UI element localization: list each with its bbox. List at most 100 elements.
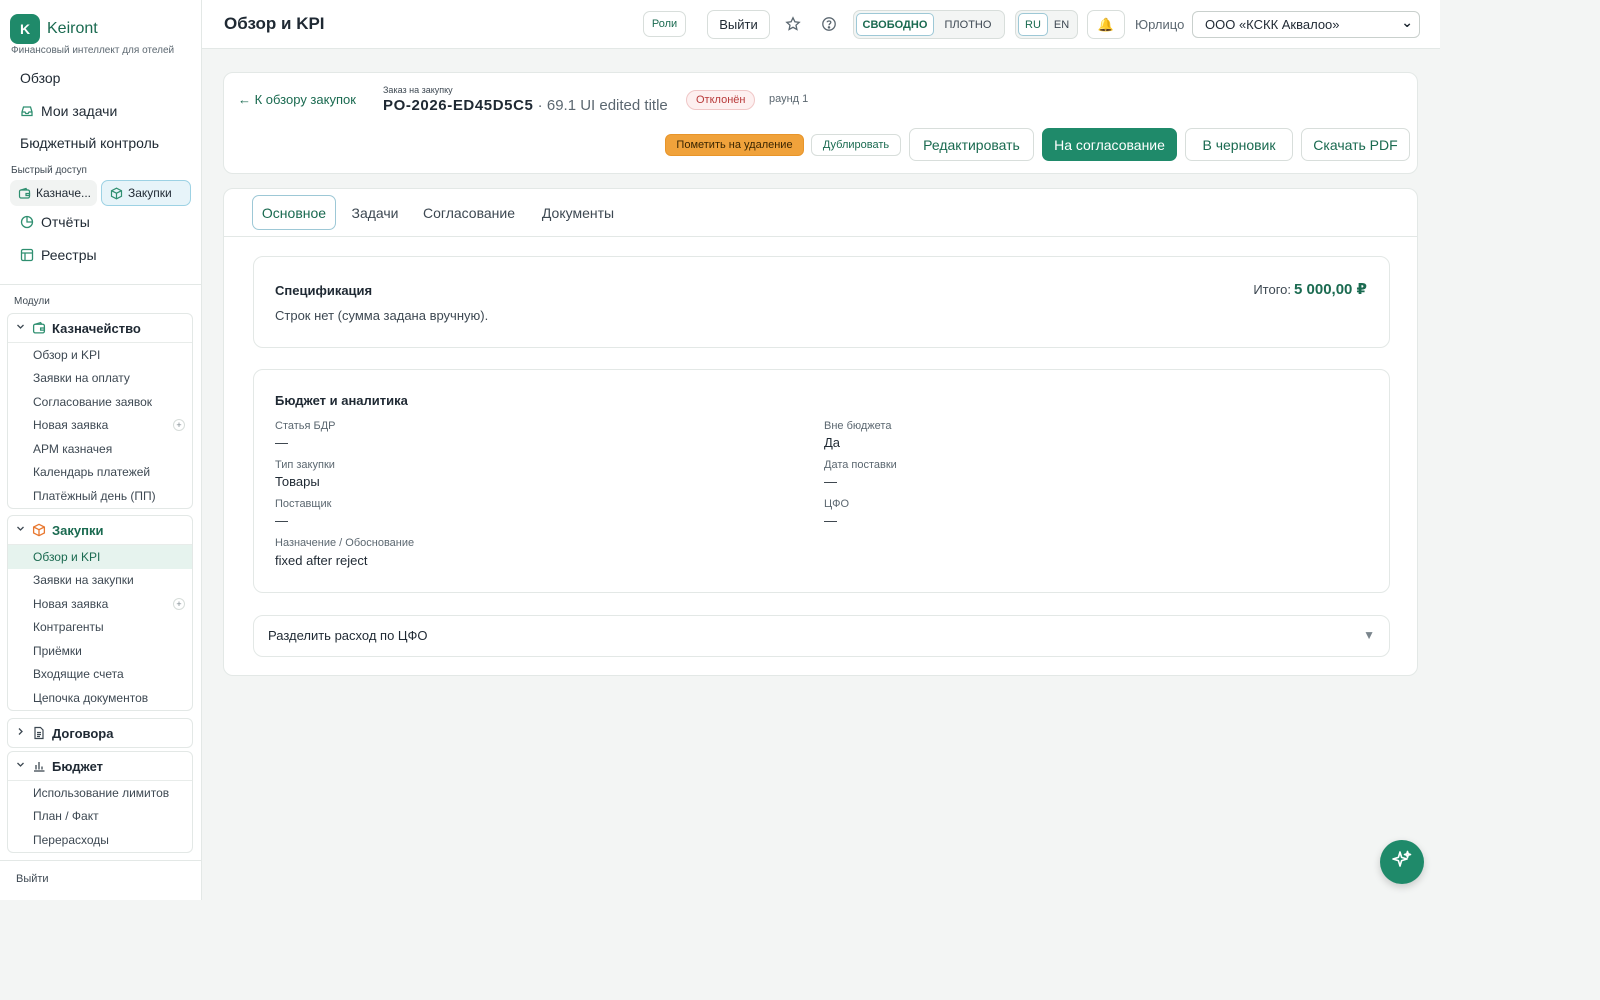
sidebar-item-payment-calendar[interactable]: Календарь платежей bbox=[8, 461, 192, 485]
sidebar-item-document-chain[interactable]: Цепочка документов bbox=[8, 686, 192, 710]
entity-label: Юрлицо bbox=[1135, 17, 1185, 32]
specification-empty-text: Строк нет (сумма задана вручную). bbox=[275, 308, 489, 323]
sub-item-label: Новая заявка bbox=[33, 418, 109, 433]
sidebar-item-my-tasks[interactable]: Мои задачи bbox=[12, 97, 192, 125]
brand-tagline: Финансовый интеллект для отелей bbox=[11, 45, 175, 56]
sidebar-item-counterparties[interactable]: Контрагенты bbox=[8, 616, 192, 640]
sub-item-label: Входящие счета bbox=[33, 667, 124, 682]
field-label: Поставщик bbox=[275, 498, 332, 510]
entity-select-value: ООО «КСКК Аквалоо» bbox=[1205, 17, 1340, 32]
field-off-budget-value: Да bbox=[824, 435, 841, 450]
sub-item-label: План / Факт bbox=[33, 809, 99, 824]
duplicate-button[interactable]: Дублировать bbox=[811, 134, 901, 156]
logo-badge: K bbox=[10, 14, 40, 44]
field-cfo-value: — bbox=[824, 513, 837, 528]
move-to-draft-button[interactable]: В черновик bbox=[1185, 128, 1293, 161]
sub-item-label: Новая заявка bbox=[33, 596, 109, 611]
expand-arrow-icon[interactable]: ▼ bbox=[1363, 628, 1375, 642]
sidebar-item-registries[interactable]: Реестры bbox=[12, 241, 192, 269]
tab-approval[interactable]: Согласование bbox=[414, 195, 524, 230]
chevron-down-icon bbox=[16, 760, 26, 772]
sidebar: K Keiront Финансовый интеллект для отеле… bbox=[0, 0, 202, 900]
sidebar-logout-link[interactable]: Выйти bbox=[16, 873, 49, 885]
module-treasury: Казначейство Обзор и KPI Заявки на оплат… bbox=[7, 313, 193, 509]
sidebar-item-treasury-kpi[interactable]: Обзор и KPI bbox=[8, 343, 192, 367]
wallet-icon bbox=[18, 187, 31, 200]
page-title: Обзор и KPI bbox=[224, 14, 325, 33]
sidebar-item-request-approval[interactable]: Согласование заявок bbox=[8, 390, 192, 414]
module-title: Договора bbox=[52, 725, 114, 741]
sidebar-item-overspending[interactable]: Перерасходы bbox=[8, 828, 192, 852]
order-header-card: ← К обзору закупок Заказ на закупку PO-2… bbox=[223, 72, 1418, 174]
sidebar-item-treasurer-workstation[interactable]: АРМ казначея bbox=[8, 437, 192, 461]
sub-item-label: Контрагенты bbox=[33, 620, 104, 635]
bell-icon[interactable]: 🔔 bbox=[1087, 10, 1125, 39]
quick-access: Казначе... Закупки bbox=[10, 180, 191, 206]
sub-item-label: Перерасходы bbox=[33, 832, 109, 847]
logo[interactable]: K Keiront bbox=[10, 14, 98, 44]
quick-access-label: Казначе... bbox=[36, 186, 91, 200]
topbar: Обзор и KPI Роли Выйти СВОБОДНО ПЛОТНО R… bbox=[202, 0, 1440, 49]
field-label: Статья БДР bbox=[275, 420, 336, 432]
tab-tasks[interactable]: Задачи bbox=[346, 195, 404, 230]
module-treasury-header[interactable]: Казначейство bbox=[8, 314, 192, 342]
module-contracts: Договора bbox=[7, 718, 193, 748]
sidebar-item-overview[interactable]: Обзор bbox=[12, 64, 192, 92]
lang-en-option[interactable]: EN bbox=[1048, 13, 1075, 36]
chevron-down-icon: ⌄ bbox=[1401, 13, 1413, 30]
tab-documents[interactable]: Документы bbox=[534, 195, 622, 230]
tab-main[interactable]: Основное bbox=[252, 195, 336, 230]
module-budget-header[interactable]: Бюджет bbox=[8, 752, 192, 780]
split-by-cfo-section[interactable]: Разделить расход по ЦФО ▼ bbox=[253, 615, 1390, 657]
quick-access-label: Быстрый доступ bbox=[11, 165, 87, 176]
quick-access-procurement[interactable]: Закупки bbox=[101, 180, 191, 206]
lang-ru-option[interactable]: RU bbox=[1018, 13, 1048, 36]
density-dense-option[interactable]: ПЛОТНО bbox=[934, 13, 1002, 36]
help-icon[interactable] bbox=[819, 14, 839, 34]
sidebar-item-procurement-kpi[interactable]: Обзор и KPI bbox=[8, 545, 192, 569]
sidebar-item-procurement-new-request[interactable]: Новая заявка + bbox=[8, 592, 192, 616]
module-procurement: Закупки Обзор и KPI Заявки на закупки Но… bbox=[7, 515, 193, 711]
star-icon[interactable] bbox=[783, 14, 803, 34]
language-toggle: RU EN bbox=[1015, 10, 1078, 39]
sidebar-item-budget-control[interactable]: Бюджетный контроль bbox=[12, 129, 192, 157]
sidebar-item-limit-usage[interactable]: Использование лимитов bbox=[8, 781, 192, 805]
edit-button[interactable]: Редактировать bbox=[909, 128, 1034, 161]
roles-button[interactable]: Роли bbox=[643, 11, 686, 37]
brand-name: Keiront bbox=[47, 20, 98, 37]
submit-for-approval-button[interactable]: На согласование bbox=[1042, 128, 1177, 161]
entity-select[interactable]: ООО «КСКК Аквалоо» ⌄ bbox=[1192, 11, 1420, 38]
order-title-text: · 69.1 UI edited title bbox=[533, 97, 668, 114]
sub-item-label: Заявки на оплату bbox=[33, 371, 130, 386]
density-free-option[interactable]: СВОБОДНО bbox=[856, 13, 934, 36]
ai-assistant-button[interactable] bbox=[1380, 840, 1424, 884]
module-procurement-items: Обзор и KPI Заявки на закупки Новая заяв… bbox=[8, 544, 192, 710]
back-to-procurement-link[interactable]: ← К обзору закупок bbox=[238, 92, 356, 107]
sidebar-item-label: Обзор bbox=[20, 70, 61, 86]
quick-access-treasury[interactable]: Казначе... bbox=[10, 180, 97, 206]
sidebar-item-plan-fact[interactable]: План / Факт bbox=[8, 805, 192, 829]
status-badge: Отклонён bbox=[686, 90, 756, 110]
sidebar-item-treasury-new-request[interactable]: Новая заявка + bbox=[8, 414, 192, 438]
sidebar-item-payment-day[interactable]: Платёжный день (ПП) bbox=[8, 484, 192, 508]
round-label: раунд 1 bbox=[769, 93, 809, 105]
download-pdf-button[interactable]: Скачать PDF bbox=[1301, 128, 1410, 161]
field-label: Назначение / Обоснование bbox=[275, 537, 415, 549]
module-procurement-header[interactable]: Закупки bbox=[8, 516, 192, 544]
sidebar-item-payment-requests[interactable]: Заявки на оплату bbox=[8, 367, 192, 391]
sidebar-item-acceptances[interactable]: Приёмки bbox=[8, 639, 192, 663]
sidebar-item-purchase-requests[interactable]: Заявки на закупки bbox=[8, 569, 192, 593]
plus-icon[interactable]: + bbox=[173, 597, 185, 610]
sidebar-item-reports[interactable]: Отчёты bbox=[12, 208, 192, 236]
module-budget: Бюджет Использование лимитов План / Факт… bbox=[7, 751, 193, 853]
module-contracts-header[interactable]: Договора bbox=[8, 719, 192, 747]
quick-access-label: Закупки bbox=[128, 186, 172, 200]
sidebar-item-incoming-invoices[interactable]: Входящие счета bbox=[8, 663, 192, 687]
plus-icon[interactable]: + bbox=[173, 419, 185, 432]
mark-for-deletion-button[interactable]: Пометить на удаление bbox=[665, 134, 804, 156]
chevron-down-icon bbox=[16, 524, 26, 536]
field-delivery-date-value: — bbox=[824, 474, 837, 489]
module-budget-items: Использование лимитов План / Факт Перера… bbox=[8, 780, 192, 852]
budget-analytics-title: Бюджет и аналитика bbox=[275, 393, 408, 408]
logout-button[interactable]: Выйти bbox=[707, 10, 770, 39]
